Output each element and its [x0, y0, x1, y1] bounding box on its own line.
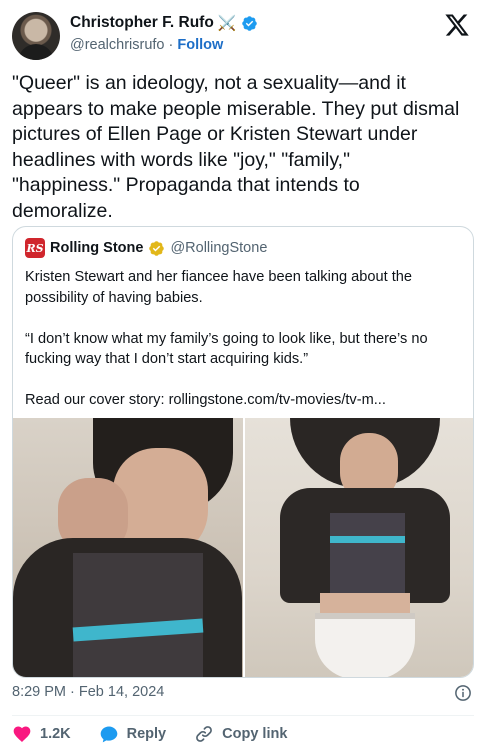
- author-name[interactable]: Christopher F. Rufo: [70, 14, 214, 32]
- author-handle[interactable]: @realchrisrufo: [70, 37, 165, 53]
- tweet-text: "Queer" is an ideology, not a sexuality—…: [12, 72, 460, 222]
- heart-icon: [13, 726, 31, 742]
- copy-link-button[interactable]: Copy link: [194, 724, 287, 744]
- crossed-swords-icon: ⚔️: [217, 15, 237, 32]
- author-handle-row: @realchrisrufo · Follow: [70, 37, 223, 53]
- photo-shirt: [330, 513, 405, 593]
- quoted-tweet-text: Kristen Stewart and her fiancee have bee…: [25, 269, 428, 408]
- actions-divider: [12, 715, 474, 716]
- copy-link-label: Copy link: [222, 726, 288, 742]
- follow-button[interactable]: Follow: [177, 37, 223, 53]
- cover-photo-right[interactable]: [245, 418, 473, 677]
- tweet-timestamp[interactable]: 8:29 PM · Feb 14, 2024: [12, 684, 164, 700]
- reply-button[interactable]: Reply: [99, 724, 167, 744]
- reply-bubble-icon: [100, 726, 117, 743]
- rolling-stone-logo-icon: RS: [25, 238, 45, 258]
- link-icon: [196, 726, 213, 742]
- like-count: 1.2K: [40, 726, 71, 742]
- handle-separator: ·: [168, 37, 174, 53]
- tweet-actions: 1.2K Reply Copy link: [12, 724, 315, 744]
- verified-badge-icon: [241, 15, 257, 31]
- photo-stripe: [330, 536, 405, 543]
- cover-photo-left[interactable]: [13, 418, 243, 677]
- avatar-figure: [18, 44, 54, 60]
- author-avatar[interactable]: [12, 12, 60, 60]
- quoted-author-handle: @RollingStone: [170, 240, 268, 256]
- tweet-header: Christopher F. Rufo ⚔️ @realchrisrufo · …: [12, 10, 474, 60]
- quoted-tweet-header: RS Rolling Stone @RollingStone: [25, 238, 267, 258]
- quoted-author-name: Rolling Stone: [50, 240, 144, 256]
- photo-shirt: [73, 553, 203, 677]
- author-name-row: Christopher F. Rufo ⚔️: [70, 14, 258, 32]
- gold-verified-badge-icon: [149, 240, 165, 256]
- like-button[interactable]: 1.2K: [12, 724, 71, 744]
- reply-label: Reply: [126, 726, 167, 742]
- quoted-tweet[interactable]: RS Rolling Stone @RollingStone Kristen S…: [12, 226, 474, 678]
- photo-torso: [320, 593, 410, 615]
- info-icon[interactable]: [454, 684, 472, 702]
- photo-shorts: [315, 613, 415, 677]
- quoted-tweet-photos: [13, 418, 473, 677]
- x-logo-icon[interactable]: [444, 12, 470, 38]
